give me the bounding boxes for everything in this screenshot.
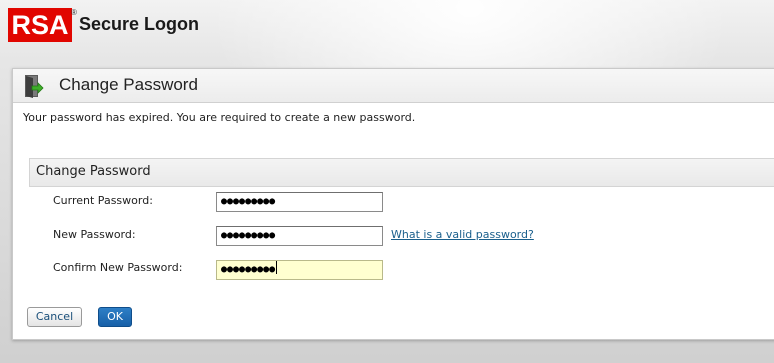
- confirm-password-input[interactable]: ●●●●●●●●●: [216, 260, 383, 280]
- app-title: Secure Logon: [79, 14, 200, 34]
- current-password-label: Current Password:: [53, 194, 153, 207]
- change-password-panel: Change Password Your password has expire…: [12, 68, 774, 340]
- app-header: RSA ® Secure Logon: [0, 0, 774, 60]
- new-password-label: New Password:: [53, 228, 136, 241]
- new-password-input[interactable]: ●●●●●●●●●: [216, 226, 383, 246]
- confirm-password-label: Confirm New Password:: [53, 261, 183, 274]
- panel-header: Change Password: [13, 69, 774, 103]
- valid-password-help-link[interactable]: What is a valid password?: [391, 228, 534, 241]
- registered-mark: ®: [71, 8, 77, 17]
- current-password-input[interactable]: ●●●●●●●●●: [216, 192, 383, 212]
- text-caret: [276, 261, 278, 274]
- expired-message: Your password has expired. You are requi…: [23, 111, 416, 124]
- cancel-button[interactable]: Cancel: [27, 307, 82, 327]
- rsa-logo: RSA: [8, 8, 72, 42]
- ok-button[interactable]: OK: [98, 307, 132, 327]
- section-title: Change Password: [36, 164, 151, 179]
- confirm-password-value: ●●●●●●●●●: [221, 264, 276, 275]
- door-exit-icon: [25, 75, 44, 98]
- panel-title: Change Password: [59, 75, 198, 94]
- section-header: Change Password: [29, 158, 774, 187]
